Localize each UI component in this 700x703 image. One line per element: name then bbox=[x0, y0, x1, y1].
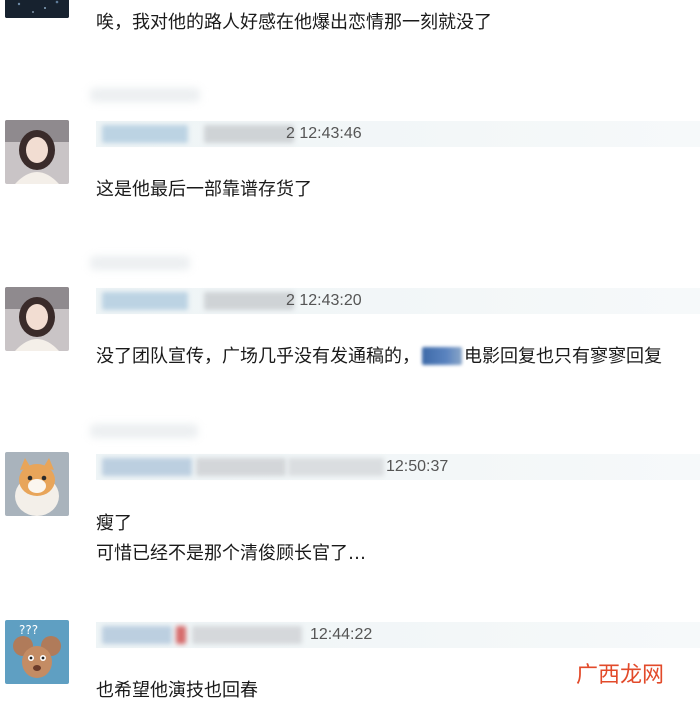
user-avatar[interactable] bbox=[5, 0, 69, 18]
blurred-badge bbox=[176, 626, 186, 644]
user-avatar[interactable] bbox=[5, 287, 69, 351]
blurred-username bbox=[102, 458, 192, 476]
girl-avatar-image bbox=[5, 120, 69, 184]
girl-avatar-image bbox=[5, 287, 69, 351]
blurred-username bbox=[102, 626, 172, 644]
comment-meta-bar: 2 12:43:46 bbox=[96, 121, 700, 147]
blurred-username bbox=[102, 292, 188, 310]
comment-text-part: 电影回复也只有寥寥回复 bbox=[464, 346, 662, 367]
comment-meta-bar: 12:50:37 bbox=[96, 454, 700, 480]
blurred-username bbox=[102, 125, 188, 143]
blurred-date bbox=[192, 626, 302, 644]
blurred-mention bbox=[422, 347, 462, 365]
comment-meta-bar: 2 12:43:20 bbox=[96, 288, 700, 314]
cartoon-mouse-avatar-image: ??? bbox=[5, 620, 69, 684]
blurred-reply-link bbox=[90, 424, 198, 438]
comment-text: 没了团队宣传，广场几乎没有发通稿的， 电影回复也只有寥寥回复 bbox=[96, 342, 662, 368]
comment-timestamp: 2 12:43:20 bbox=[286, 292, 362, 309]
comment-text: 可惜已经不是那个清俊顾长官了… bbox=[96, 543, 366, 564]
blurred-reply-link bbox=[90, 88, 200, 102]
user-avatar[interactable] bbox=[5, 452, 69, 516]
blurred-date bbox=[288, 458, 384, 476]
blurred-date bbox=[196, 458, 286, 476]
comment-timestamp: 12:44:22 bbox=[310, 626, 373, 643]
cat-avatar-image bbox=[5, 452, 69, 516]
comment-text: 这是他最后一部靠谱存货了 bbox=[96, 179, 312, 200]
svg-text:???: ??? bbox=[19, 623, 38, 637]
blurred-date bbox=[204, 125, 294, 143]
comment-timestamp: 2 12:43:46 bbox=[286, 125, 362, 142]
user-avatar[interactable]: ??? bbox=[5, 620, 69, 684]
dark-avatar-image bbox=[5, 0, 69, 18]
comment-text: 瘦了 bbox=[96, 513, 132, 534]
site-watermark: 广西龙网 bbox=[571, 657, 668, 689]
comment-meta-bar: 12:44:22 bbox=[96, 622, 700, 648]
comment-text-part: 没了团队宣传，广场几乎没有发通稿的， bbox=[96, 346, 420, 367]
blurred-reply-link bbox=[90, 256, 190, 270]
blurred-date bbox=[204, 292, 294, 310]
comment-text: 唉，我对他的路人好感在他爆出恋情那一刻就没了 bbox=[96, 12, 492, 33]
comment-timestamp: 12:50:37 bbox=[386, 458, 449, 475]
comment-text: 也希望他演技也回春 bbox=[96, 680, 258, 701]
user-avatar[interactable] bbox=[5, 120, 69, 184]
